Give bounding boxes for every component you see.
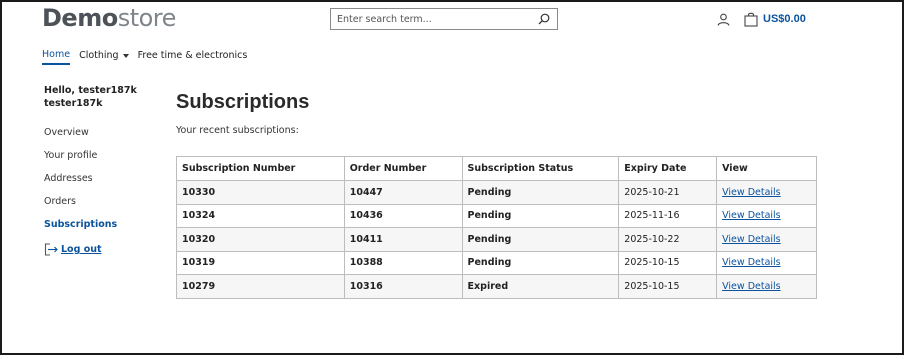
greeting-line-2: tester187k bbox=[44, 98, 103, 109]
table-header-row: Subscription Number Order Number Subscri… bbox=[176, 156, 817, 181]
page-title: Subscriptions bbox=[176, 91, 310, 113]
nav-item-clothing-label: Clothing bbox=[79, 50, 119, 61]
view-details-link[interactable]: View Details bbox=[722, 281, 781, 292]
cart-button[interactable]: US$0.00 bbox=[744, 10, 806, 28]
logo-bold-text: Demo bbox=[42, 4, 118, 32]
sidebar-item-addresses[interactable]: Addresses bbox=[44, 172, 154, 195]
subscription-status: Expired bbox=[461, 274, 620, 299]
sidebar-item-profile[interactable]: Your profile bbox=[44, 149, 154, 172]
subscription-status: Pending bbox=[461, 227, 620, 252]
order-number: 10388 bbox=[343, 250, 463, 275]
table-row: 10279 10316 Expired 2025-10-15 View Deta… bbox=[176, 274, 817, 299]
view-cell: View Details bbox=[716, 227, 817, 252]
logout-icon bbox=[44, 243, 58, 256]
order-number: 10436 bbox=[343, 203, 463, 228]
view-details-link[interactable]: View Details bbox=[722, 210, 781, 221]
logout-label: Log out bbox=[61, 244, 102, 255]
column-header-expiry-date: Expiry Date bbox=[618, 156, 718, 181]
subscription-number: 10324 bbox=[176, 203, 345, 228]
nav-item-home[interactable]: Home bbox=[42, 49, 71, 65]
logo-light-text: store bbox=[117, 4, 177, 32]
table-row: 10330 10447 Pending 2025-10-21 View Deta… bbox=[176, 180, 817, 205]
expiry-date: 2025-10-15 bbox=[618, 250, 718, 275]
search-icon bbox=[538, 13, 550, 25]
chevron-down-icon bbox=[122, 53, 129, 58]
sidebar-nav: Overview Your profile Addresses Orders S… bbox=[44, 126, 154, 241]
view-cell: View Details bbox=[716, 180, 817, 205]
view-cell: View Details bbox=[716, 250, 817, 275]
cart-icon bbox=[744, 12, 758, 27]
subscription-number: 10330 bbox=[176, 180, 345, 205]
subscriptions-table: Subscription Number Order Number Subscri… bbox=[176, 156, 817, 299]
view-details-link[interactable]: View Details bbox=[722, 187, 781, 198]
account-icon bbox=[717, 13, 729, 26]
cart-total: US$0.00 bbox=[763, 13, 806, 25]
nav-item-clothing[interactable]: Clothing bbox=[79, 49, 129, 65]
view-details-link[interactable]: View Details bbox=[722, 257, 781, 268]
expiry-date: 2025-11-16 bbox=[618, 203, 718, 228]
greeting: Hello, tester187k tester187k bbox=[44, 84, 154, 110]
column-header-subscription-number: Subscription Number bbox=[176, 156, 345, 181]
order-number: 10447 bbox=[343, 180, 463, 205]
order-number: 10411 bbox=[343, 227, 463, 252]
column-header-order-number: Order Number bbox=[343, 156, 463, 181]
column-header-status: Subscription Status bbox=[461, 156, 620, 181]
subscription-status: Pending bbox=[461, 180, 620, 205]
expiry-date: 2025-10-22 bbox=[618, 227, 718, 252]
sidebar-item-overview[interactable]: Overview bbox=[44, 126, 154, 149]
order-number: 10316 bbox=[343, 274, 463, 299]
sidebar-item-orders[interactable]: Orders bbox=[44, 195, 154, 218]
greeting-line-1: Hello, tester187k bbox=[44, 85, 137, 96]
search-box bbox=[330, 8, 558, 30]
subscription-number: 10319 bbox=[176, 250, 345, 275]
view-cell: View Details bbox=[716, 274, 817, 299]
expiry-date: 2025-10-21 bbox=[618, 180, 718, 205]
table-row: 10320 10411 Pending 2025-10-22 View Deta… bbox=[176, 227, 817, 252]
view-details-link[interactable]: View Details bbox=[722, 234, 781, 245]
subscription-status: Pending bbox=[461, 203, 620, 228]
search-button[interactable] bbox=[531, 9, 557, 29]
subscription-number: 10279 bbox=[176, 274, 345, 299]
subscription-number: 10320 bbox=[176, 227, 345, 252]
sidebar-item-subscriptions[interactable]: Subscriptions bbox=[44, 218, 154, 241]
search-input[interactable] bbox=[331, 10, 531, 28]
view-cell: View Details bbox=[716, 203, 817, 228]
nav-item-free-time[interactable]: Free time & electronics bbox=[138, 49, 248, 65]
account-button[interactable] bbox=[716, 12, 730, 26]
table-row: 10324 10436 Pending 2025-11-16 View Deta… bbox=[176, 203, 817, 228]
logo[interactable]: Demostore bbox=[42, 3, 176, 33]
subscription-status: Pending bbox=[461, 250, 620, 275]
account-sidebar: Hello, tester187k tester187k Overview Yo… bbox=[44, 84, 154, 256]
logout-link[interactable]: Log out bbox=[44, 243, 154, 256]
expiry-date: 2025-10-15 bbox=[618, 274, 718, 299]
page-frame: Demostore US$0.00 Home Clothing Free ti bbox=[0, 0, 904, 355]
table-row: 10319 10388 Pending 2025-10-15 View Deta… bbox=[176, 250, 817, 275]
intro-text: Your recent subscriptions: bbox=[176, 125, 299, 136]
main-nav: Home Clothing Free time & electronics bbox=[42, 49, 247, 65]
column-header-view: View bbox=[716, 156, 817, 181]
